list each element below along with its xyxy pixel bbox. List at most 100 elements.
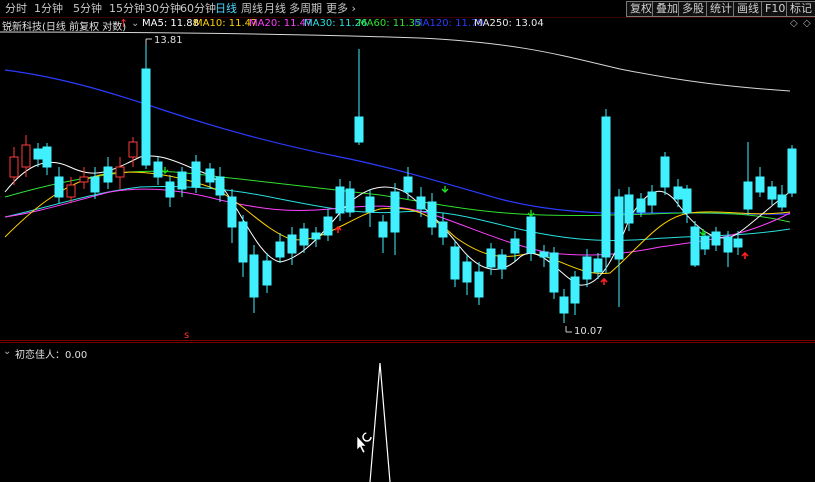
candle-body <box>345 188 355 213</box>
candle-body <box>755 176 765 193</box>
candle-body <box>378 221 388 238</box>
tab-15min[interactable]: 15分钟 <box>109 2 145 16</box>
candle-body <box>335 186 345 214</box>
tab-fenshi[interactable]: 分时 <box>5 2 27 16</box>
candle-body <box>690 226 700 266</box>
indicator-panel[interactable]: ⌄ 初恋佳人：0.00 <box>0 342 815 482</box>
candle-body <box>582 256 592 280</box>
candle-body <box>767 186 777 200</box>
up-arrow-icon <box>334 225 342 233</box>
candle-body <box>42 146 52 168</box>
candle-body <box>647 191 657 206</box>
up-arrow-icon <box>741 251 749 259</box>
candle-body <box>660 156 670 188</box>
candle-body <box>733 238 743 248</box>
indicator-chart <box>356 362 391 482</box>
mouse-pointer-icon <box>356 435 367 454</box>
candle-body <box>54 176 64 198</box>
tab-daily[interactable]: 日线 <box>215 2 237 16</box>
period-toolbar: 分时 1分钟 5分钟 15分钟 30分钟 60分钟 日线 周线 月线 多周期 更… <box>0 0 815 18</box>
candle-body <box>570 276 580 304</box>
candle-body <box>787 148 797 194</box>
indicator-spike <box>369 362 391 482</box>
candle-body <box>614 196 624 260</box>
candle-body <box>593 258 603 273</box>
tab-1min[interactable]: 1分钟 <box>34 2 63 16</box>
candle-body <box>103 166 113 183</box>
candle-body <box>323 216 333 236</box>
candle-body <box>416 196 426 210</box>
kline-chart <box>0 31 815 341</box>
candle-body <box>673 186 683 200</box>
tab-monthly[interactable]: 月线 <box>264 2 286 16</box>
down-arrow-icon <box>161 167 169 174</box>
candle-body <box>559 296 569 314</box>
candle-body <box>497 254 507 270</box>
candle-body <box>549 252 559 293</box>
tab-multi-period[interactable]: 多周期 <box>289 2 322 16</box>
candle-body <box>66 184 76 198</box>
candle-body <box>79 176 89 183</box>
candle-body <box>227 196 237 228</box>
candle-body <box>365 196 375 213</box>
candle-body <box>90 176 100 193</box>
candle-body <box>287 234 297 254</box>
tab-30min[interactable]: 30分钟 <box>145 2 181 16</box>
candle-body <box>743 181 753 210</box>
multi-stock-button[interactable]: 多股 <box>678 1 708 17</box>
high-price-label: 13.81 <box>154 35 183 46</box>
candle-body <box>526 216 536 254</box>
candle-body <box>427 201 437 228</box>
candle-body <box>539 251 549 258</box>
candle-body <box>474 271 484 298</box>
tab-more[interactable]: 更多 › <box>326 2 356 16</box>
low-price-label: 10.07 <box>574 326 603 337</box>
candle-body <box>191 161 201 188</box>
candle-body <box>354 116 364 143</box>
candle-body <box>299 228 309 246</box>
candle-body <box>249 254 259 298</box>
up-arrow-icon <box>600 277 608 285</box>
tab-more-label: 更多 <box>326 2 348 15</box>
candle-body <box>723 236 733 253</box>
tab-weekly[interactable]: 周线 <box>241 2 263 16</box>
chevron-right-icon: › <box>351 2 356 15</box>
ma250-line <box>0 31 791 92</box>
candle-body <box>177 171 187 190</box>
candle-body <box>215 176 225 196</box>
draw-line-button[interactable]: 画线 <box>733 1 763 17</box>
candle-body <box>450 246 460 280</box>
candle-body <box>262 260 272 286</box>
candle-body <box>153 161 163 178</box>
candle-body <box>9 156 19 178</box>
candle-body <box>115 166 125 178</box>
candle-body <box>165 181 175 198</box>
mark-button[interactable]: 标记 <box>786 1 815 17</box>
candle-body <box>403 176 413 193</box>
statistics-button[interactable]: 统计 <box>706 1 736 17</box>
candle-body <box>700 236 710 250</box>
candle-body <box>128 141 138 158</box>
candle-body <box>486 248 496 268</box>
candle-body <box>510 238 520 254</box>
s-marker: s <box>184 330 190 341</box>
tab-5min[interactable]: 5分钟 <box>73 2 102 16</box>
candle-body <box>33 148 43 160</box>
candle-body <box>311 232 321 240</box>
loading-ring-icon <box>362 432 372 442</box>
candle-body <box>601 116 611 258</box>
candle-body <box>238 221 248 263</box>
candle-body <box>390 191 400 233</box>
kline-panel[interactable]: 锐新科技(日线 前复权 对数) ↑ ⌄ MA5: 11.88 MA10: 11.… <box>0 17 815 341</box>
tab-60min[interactable]: 60分钟 <box>180 2 216 16</box>
candle-body <box>438 221 448 238</box>
candle-body <box>205 168 215 183</box>
candlestick-series <box>9 45 797 323</box>
candle-body <box>711 231 721 246</box>
candle-body <box>682 188 692 214</box>
candle-body <box>462 261 472 283</box>
down-arrow-icon <box>441 186 449 193</box>
candle-body <box>636 198 646 213</box>
candle-body <box>275 241 285 258</box>
candle-body <box>777 194 787 208</box>
